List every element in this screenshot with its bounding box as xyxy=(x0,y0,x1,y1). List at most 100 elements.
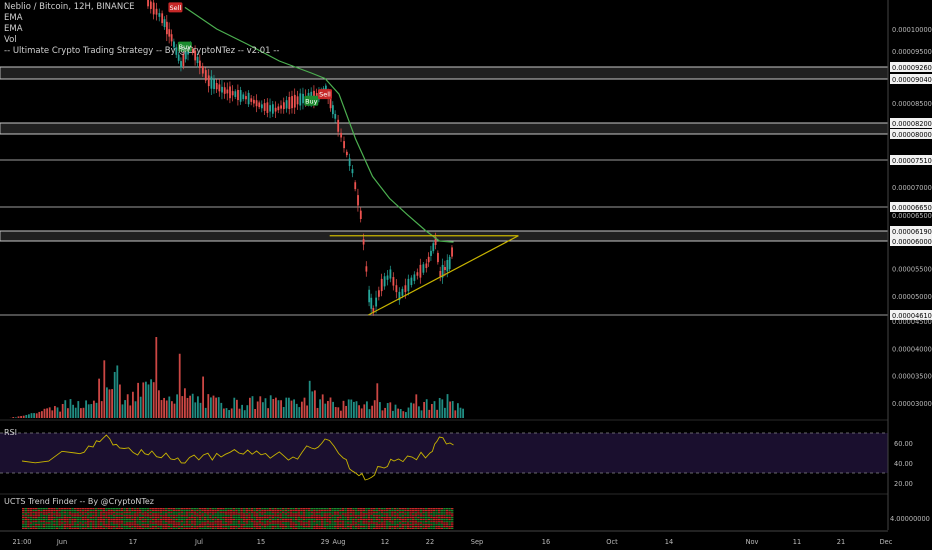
trend-cell xyxy=(214,522,217,524)
trend-cell xyxy=(79,513,82,515)
trend-cell xyxy=(344,511,347,513)
trend-cell xyxy=(443,522,446,524)
trend-cell xyxy=(79,511,82,513)
volume-bar xyxy=(431,404,433,418)
trend-cell xyxy=(245,522,248,524)
trend-cell xyxy=(37,518,40,520)
trend-cell xyxy=(42,513,46,515)
trend-cell xyxy=(321,513,324,515)
trend-cell xyxy=(339,509,342,511)
trend-cell xyxy=(81,524,85,526)
trend-cell xyxy=(211,526,215,528)
trend-cell xyxy=(66,520,69,522)
trend-cell xyxy=(128,522,131,524)
trend-cell xyxy=(157,524,160,526)
trend-cell xyxy=(211,527,215,529)
trend-cell xyxy=(76,522,79,524)
trend-cell xyxy=(305,509,308,511)
trend-cell xyxy=(170,522,173,524)
trend-cell xyxy=(113,511,116,513)
trend-cell xyxy=(274,527,277,529)
trend-cell xyxy=(380,520,384,522)
legend-ema-2[interactable]: EMA xyxy=(4,24,279,35)
trend-cell xyxy=(451,524,454,526)
trend-cell xyxy=(297,513,300,515)
trend-cell xyxy=(360,520,363,522)
trend-cell xyxy=(100,518,103,520)
trend-cell xyxy=(105,515,108,517)
trend-cell xyxy=(71,518,74,520)
trend-cell xyxy=(81,508,85,510)
trend-cell xyxy=(336,515,339,517)
trend-cell xyxy=(50,518,53,520)
trend-cell xyxy=(448,511,451,513)
trend-cell xyxy=(321,515,324,517)
trend-cell xyxy=(89,522,92,524)
trend-cell xyxy=(107,522,111,524)
trend-cell xyxy=(68,518,72,520)
trend-cell xyxy=(144,517,147,519)
trend-cell xyxy=(66,518,69,520)
trend-cell xyxy=(425,515,428,517)
trend-cell xyxy=(388,509,391,511)
trend-cell xyxy=(227,520,230,522)
trend-cell xyxy=(443,513,446,515)
volume-bar xyxy=(197,396,199,418)
legend-volume[interactable]: Vol xyxy=(4,35,279,46)
trend-cell xyxy=(178,526,181,528)
trend-cell xyxy=(253,520,256,522)
trend-cell xyxy=(63,513,66,515)
volume-bar xyxy=(48,407,51,418)
trend-cell xyxy=(279,508,282,510)
rsi-label[interactable]: RSI xyxy=(4,428,17,437)
trend-cell xyxy=(321,527,324,529)
trend-cell xyxy=(367,511,371,513)
trend-cell xyxy=(50,527,53,529)
trend-cell xyxy=(115,527,118,529)
trend-cell xyxy=(388,515,391,517)
legend-strategy[interactable]: -- Ultimate Crypto Trading Strategy -- B… xyxy=(4,46,279,57)
trend-cell xyxy=(240,522,243,524)
trend-cell xyxy=(118,511,121,513)
trend-cell xyxy=(32,524,35,526)
legend: Neblio / Bitcoin, 12H, BINANCE EMA EMA V… xyxy=(4,2,279,57)
trend-cell xyxy=(344,508,347,510)
trend-cell xyxy=(172,518,176,520)
trend-cell xyxy=(289,527,293,529)
signal-label: Sell xyxy=(319,91,331,99)
trend-cell xyxy=(261,522,264,524)
trend-cell xyxy=(45,515,48,517)
trend-cell xyxy=(237,508,241,510)
trend-cell xyxy=(165,524,168,526)
trend-cell xyxy=(406,526,410,528)
trend-cell xyxy=(84,515,87,517)
trend-cell xyxy=(133,527,137,529)
trend-cell xyxy=(76,517,79,519)
trend-cell xyxy=(193,522,196,524)
trend-cell xyxy=(373,522,376,524)
trend-cell xyxy=(282,520,285,522)
trend-cell xyxy=(282,524,285,526)
volume-bar xyxy=(236,399,238,418)
candle-body xyxy=(271,104,274,114)
trend-cell xyxy=(386,518,389,520)
trend-cell xyxy=(313,524,316,526)
legend-symbol[interactable]: Neblio / Bitcoin, 12H, BINANCE xyxy=(4,2,279,13)
trend-cell xyxy=(191,522,194,524)
trend-cell xyxy=(419,517,423,519)
trend-cell xyxy=(97,515,100,517)
volume-bar xyxy=(145,381,147,418)
trend-cell xyxy=(198,524,202,526)
volume-bar xyxy=(353,401,355,418)
trend-cell xyxy=(287,511,290,513)
trend-cell xyxy=(94,517,98,519)
legend-ema-1[interactable]: EMA xyxy=(4,13,279,24)
trend-cell xyxy=(282,509,285,511)
trend-cell xyxy=(105,522,108,524)
trend-cell xyxy=(105,509,108,511)
trend-cell xyxy=(404,511,407,513)
chart-canvas[interactable]: SellBuyBuySell 0.000100000.000095000.000… xyxy=(0,0,932,550)
trend-cell xyxy=(422,509,425,511)
volume-bar xyxy=(324,403,327,418)
trend-finder-label[interactable]: UCTS Trend Finder -- By @CryptoNTez xyxy=(4,497,154,506)
